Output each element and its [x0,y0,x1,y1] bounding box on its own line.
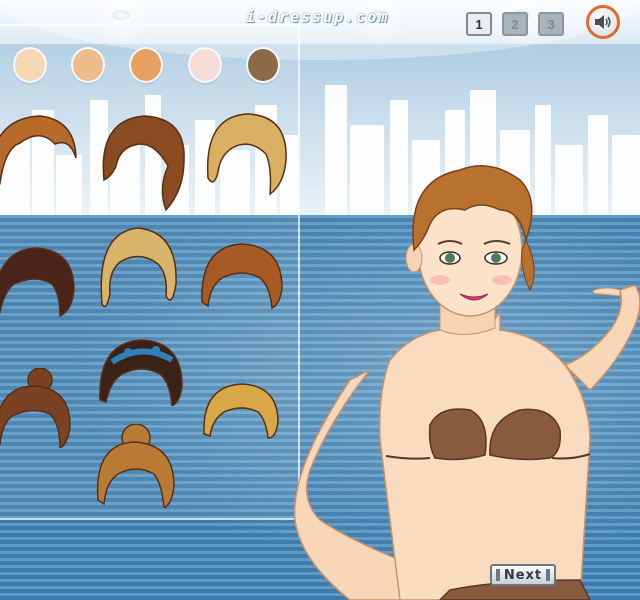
right-eye [491,253,501,263]
sound-toggle-button[interactable] [586,5,620,39]
spotlight-icon [112,10,130,20]
next-button[interactable]: Next [490,564,556,586]
hair-option-2[interactable] [96,110,192,214]
hair-option-7[interactable] [0,368,72,448]
page-3-button[interactable]: 3 [538,12,564,36]
right-hand [592,287,621,297]
hair-option-1[interactable] [0,108,80,188]
page-1-button[interactable]: 1 [466,12,492,36]
hair-option-9[interactable] [202,380,280,440]
hair-option-4[interactable] [0,244,76,318]
page-2-button[interactable]: 2 [502,12,528,36]
skin-tone-swatch[interactable] [190,49,220,81]
skin-tone-swatch[interactable] [131,49,161,81]
model-body [378,309,591,600]
blush [430,275,450,285]
game-stage: i-dressup.com 1 2 3 Next [0,0,640,600]
hair-option-5[interactable] [96,224,180,310]
hair-option-3[interactable] [204,108,290,200]
skin-tone-swatch[interactable] [73,49,103,81]
bikini-top-left-cup [428,408,487,461]
speaker-icon [595,15,611,29]
right-arm [563,284,640,392]
skin-tone-swatch[interactable] [15,49,45,81]
hair-option-8[interactable] [98,336,184,406]
dressup-model [293,165,640,600]
hair-option-6[interactable] [200,240,284,310]
left-eye [445,253,455,263]
skin-tone-swatch[interactable] [248,49,278,81]
hair-option-10[interactable] [94,424,176,508]
